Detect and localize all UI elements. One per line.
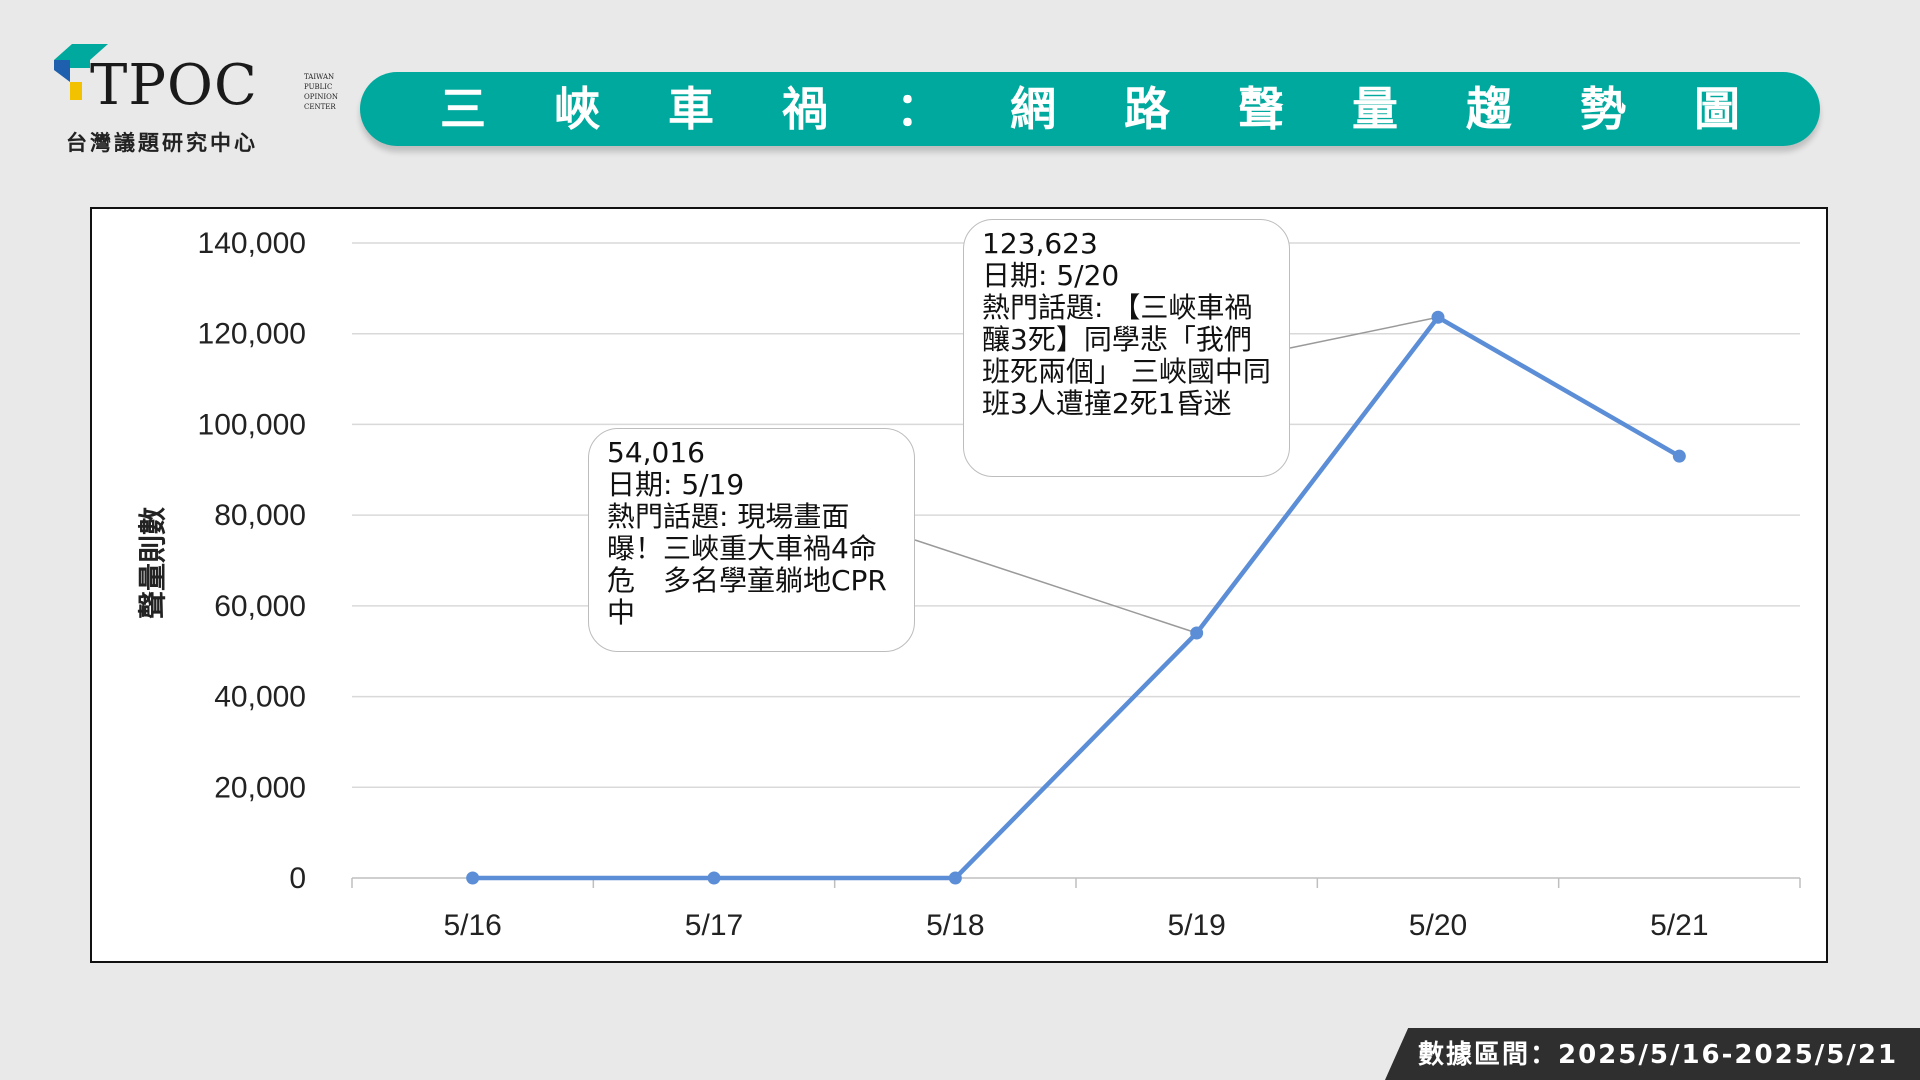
annotation-topic: 熱門話題: 現場畫面曝！三峽重大車禍4命危 多名學童躺地CPR中 (607, 500, 887, 629)
title-banner: 三峽車禍：網路聲量趨勢圖 (360, 72, 1820, 146)
logo-chinese-name: 台灣議題研究中心 (66, 131, 258, 155)
logo-brand-text: TPOC (90, 53, 258, 118)
chart-frame (90, 207, 1828, 963)
data-range-label: 數據區間：2025/5/16-2025/5/21 (1418, 1040, 1899, 1070)
tpoc-logo: TPOC TAIWAN PUBLIC OPINION CENTER 台灣議題研究… (50, 38, 338, 158)
annotation-date: 日期: 5/20 (982, 259, 1120, 292)
annotation-value: 54,016 (607, 436, 705, 469)
annotation-callout-5-20: 123,623 日期: 5/20 熱門話題: 【三峽車禍釀3死】同學悲「我們班死… (963, 219, 1290, 477)
annotation-value: 123,623 (982, 227, 1098, 260)
annotation-callout-5-19: 54,016 日期: 5/19 熱門話題: 現場畫面曝！三峽重大車禍4命危 多名… (588, 428, 915, 652)
logo-sub-text: TAIWAN PUBLIC OPINION CENTER (304, 73, 338, 111)
annotation-topic: 熱門話題: 【三峽車禍釀3死】同學悲「我們班死兩個」 三峽國中同班3人遭撞2死1… (982, 291, 1271, 420)
annotation-date: 日期: 5/19 (607, 468, 745, 501)
page-title: 三峽車禍：網路聲量趨勢圖 (440, 82, 1808, 136)
